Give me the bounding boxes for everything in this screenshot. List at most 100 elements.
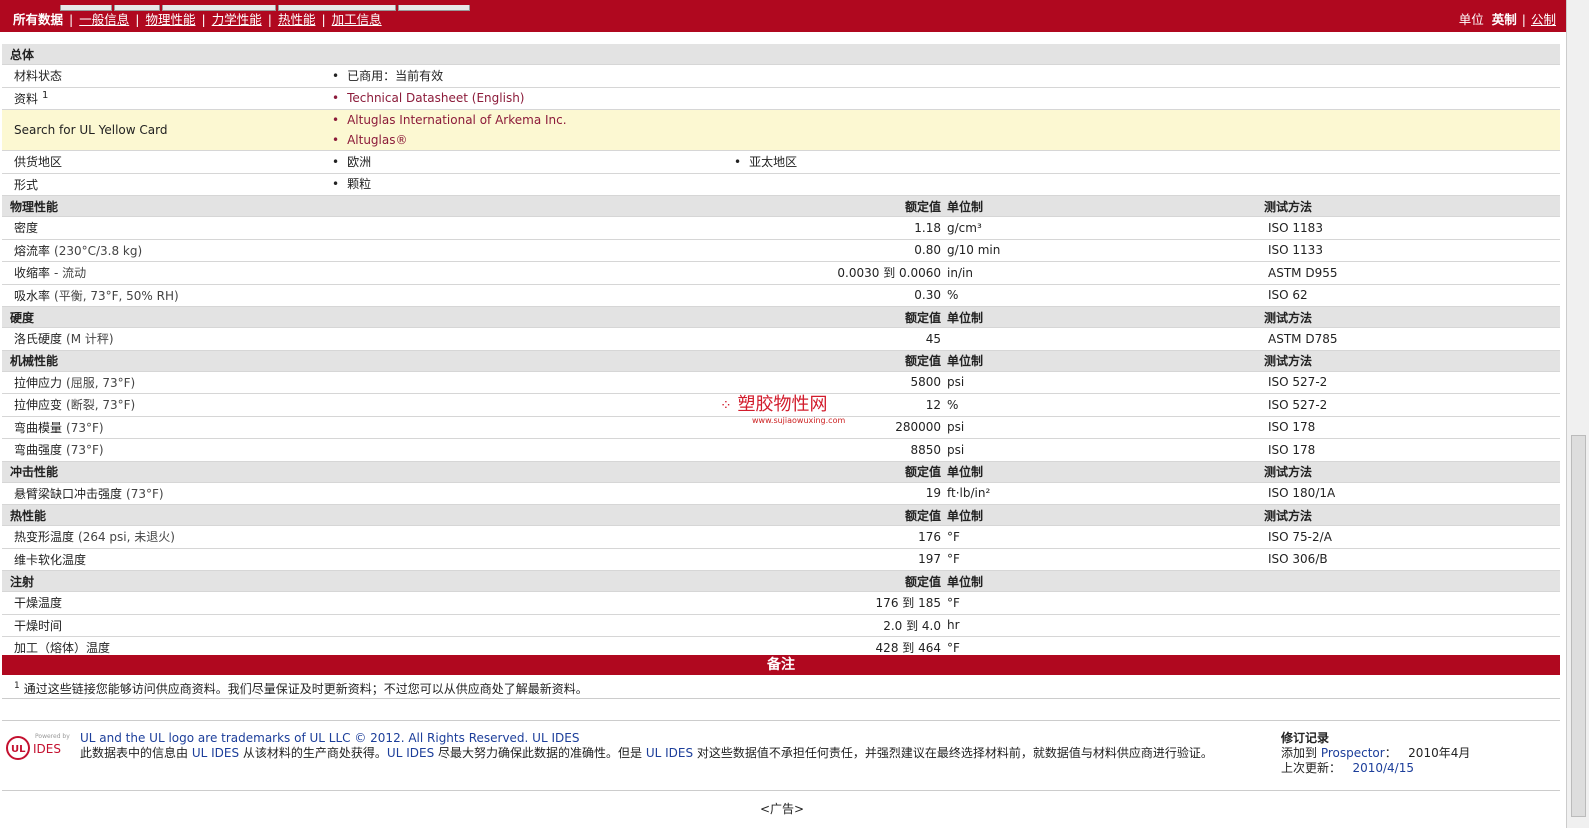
nav-mechanical[interactable]: 力学性能 [212, 12, 262, 27]
prospector-link[interactable]: Prospector [1321, 746, 1385, 760]
property-name: 拉伸应力 [14, 375, 63, 390]
property-name: 维卡软化温度 [14, 552, 87, 567]
property-label: 资料 1 [2, 87, 320, 110]
table-row: 洛氏硬度 (M 计秤) 45 ASTM D785 [2, 327, 1561, 351]
unit-header: 单位制 [947, 570, 1256, 592]
ul-ides-logo: Powered by UL IDES [6, 733, 70, 760]
revision-history: 修订记录 添加到 Prospector： 2010年4月 上次更新： 2010/… [1281, 731, 1470, 776]
property-unit: g/cm³ [947, 216, 1256, 240]
value-item: Technical Datasheet (English) [340, 88, 1560, 108]
property-value: 2.0 到 4.0 [722, 614, 947, 637]
property-name: 热变形温度 [14, 530, 75, 545]
watermark: ⁘ 塑胶物性网 www.sujiaowuxing.com [720, 390, 845, 425]
section-header: 注射 额定值 单位制 [2, 570, 1561, 592]
unit-header: 单位制 [947, 306, 1256, 328]
property-name: 加工（熔体）温度 [14, 641, 111, 656]
method-header: 测试方法 [1256, 350, 1561, 372]
property-label: 材料状态 [2, 64, 320, 88]
property-name: 洛氏硬度 [14, 332, 63, 347]
property-unit: % [947, 284, 1256, 307]
unit-header: 单位制 [947, 461, 1256, 483]
property-label: 洛氏硬度 (M 计秤) [2, 327, 722, 351]
property-unit: psi [947, 371, 1256, 394]
method-header: 测试方法 [1256, 306, 1561, 328]
table-row: 维卡软化温度 197 °F ISO 306/B [2, 548, 1561, 571]
test-method: ISO 1183 [1256, 216, 1561, 240]
property-name: 弯曲模量 [14, 420, 63, 435]
property-unit: % [947, 393, 1256, 417]
nav-all-data[interactable]: 所有数据 [13, 12, 63, 27]
table-row: 热变形温度 (264 psi, 未退火) 176 °F ISO 75-2/A [2, 525, 1561, 549]
property-value: 0.80 [722, 239, 947, 262]
logo-ides: IDES [33, 742, 61, 756]
property-name: 干燥温度 [14, 596, 63, 611]
nav-processing[interactable]: 加工信息 [332, 12, 382, 27]
section-title: 硬度 [2, 306, 722, 328]
footnote-text: 通过这些链接您能够访问供应商资料。我们尽量保证及时更新资料；不过您可以从供应商处… [23, 682, 588, 696]
table-row: 密度 1.18 g/cm³ ISO 1183 [2, 216, 1561, 240]
property-name: 形式 [14, 177, 39, 192]
divider [2, 720, 1560, 721]
unit-metric-link[interactable]: 公制 [1531, 12, 1556, 27]
test-method: ASTM D955 [1256, 261, 1561, 285]
property-label: 熔流率 (230°C/3.8 kg) [2, 239, 722, 262]
property-unit: psi [947, 416, 1256, 439]
value-header: 额定值 [722, 461, 947, 483]
property-value: 已商用：当前有效 [320, 64, 1561, 88]
value-item: 亚太地区 [742, 155, 797, 169]
property-label: 形式 [2, 173, 320, 196]
property-name: 密度 [14, 221, 39, 236]
scrollbar-thumb[interactable] [1571, 435, 1586, 817]
section-title: 总体 [2, 44, 1561, 65]
property-label: 供货地区 [2, 150, 320, 174]
top-nav-bar: 所有数据 | 一般信息 | 物理性能 | 力学性能 | 热性能 | 加工信息 单位 英制 | 公制 [0, 0, 1566, 32]
property-value: 0.0030 到 0.0060 [722, 261, 947, 285]
section-nav: 所有数据 | 一般信息 | 物理性能 | 力学性能 | 热性能 | 加工信息 [13, 12, 382, 27]
method-header: 测试方法 [1256, 504, 1561, 526]
footnote: 1 通过这些链接您能够访问供应商资料。我们尽量保证及时更新资料；不过您可以从供应商… [14, 680, 588, 697]
test-method: ISO 527-2 [1256, 371, 1561, 394]
test-method: ISO 306/B [1256, 548, 1561, 571]
divider [2, 790, 1560, 791]
property-label: 吸水率 (平衡, 73°F, 50% RH) [2, 284, 722, 307]
test-method: ISO 178 [1256, 416, 1561, 439]
revision-title: 修订记录 [1281, 731, 1330, 745]
value-header: 额定值 [722, 504, 947, 526]
table-row: 悬臂梁缺口冲击强度 (73°F) 19 ft·lb/in² ISO 180/1A [2, 482, 1561, 505]
table-row: 形式 颗粒 [2, 173, 1561, 196]
property-value: 亚太地区 [722, 150, 947, 174]
supplier-link[interactable]: Technical Datasheet (English) [340, 91, 524, 105]
legal-text: UL and the UL logo are trademarks of UL … [80, 731, 1260, 761]
unit-header: 单位制 [947, 195, 1256, 217]
property-unit: °F [947, 525, 1256, 549]
value-header: 额定值 [722, 350, 947, 372]
property-label: 弯曲强度 (73°F) [2, 438, 722, 462]
property-name: Search for UL Yellow Card [14, 123, 168, 137]
method-header: 测试方法 [1256, 195, 1561, 217]
section-title: 冲击性能 [2, 461, 722, 483]
supplier-link[interactable]: Altuglas® [340, 133, 408, 147]
property-name: 弯曲强度 [14, 443, 63, 458]
property-value: Altuglas International of Arkema Inc. Alt… [320, 109, 1561, 151]
property-unit: °F [947, 591, 1256, 615]
property-label: 热变形温度 (264 psi, 未退火) [2, 525, 722, 549]
property-value: 197 [722, 548, 947, 571]
value-item: 欧洲 [340, 155, 371, 169]
footnote-marker: 1 [14, 681, 20, 691]
section-title: 物理性能 [2, 195, 722, 217]
vertical-scrollbar[interactable] [1566, 0, 1589, 828]
nav-general[interactable]: 一般信息 [79, 12, 129, 27]
supplier-link[interactable]: Altuglas International of Arkema Inc. [340, 113, 567, 127]
section-header: 机械性能 额定值 单位制 测试方法 [2, 350, 1561, 372]
nav-thermal[interactable]: 热性能 [278, 12, 316, 27]
property-condition: (73°F) [126, 486, 164, 501]
property-label: 弯曲模量 (73°F) [2, 416, 722, 439]
empty-cell [947, 150, 1561, 174]
property-unit: psi [947, 438, 1256, 462]
test-method: ISO 62 [1256, 284, 1561, 307]
property-condition: (断裂, 73°F) [66, 398, 136, 413]
property-condition: (M 计秤) [66, 332, 114, 347]
nav-physical[interactable]: 物理性能 [145, 12, 195, 27]
last-updated: 上次更新： 2010/4/15 [1281, 761, 1414, 775]
table-row: 干燥时间 2.0 到 4.0 hr [2, 614, 1561, 637]
